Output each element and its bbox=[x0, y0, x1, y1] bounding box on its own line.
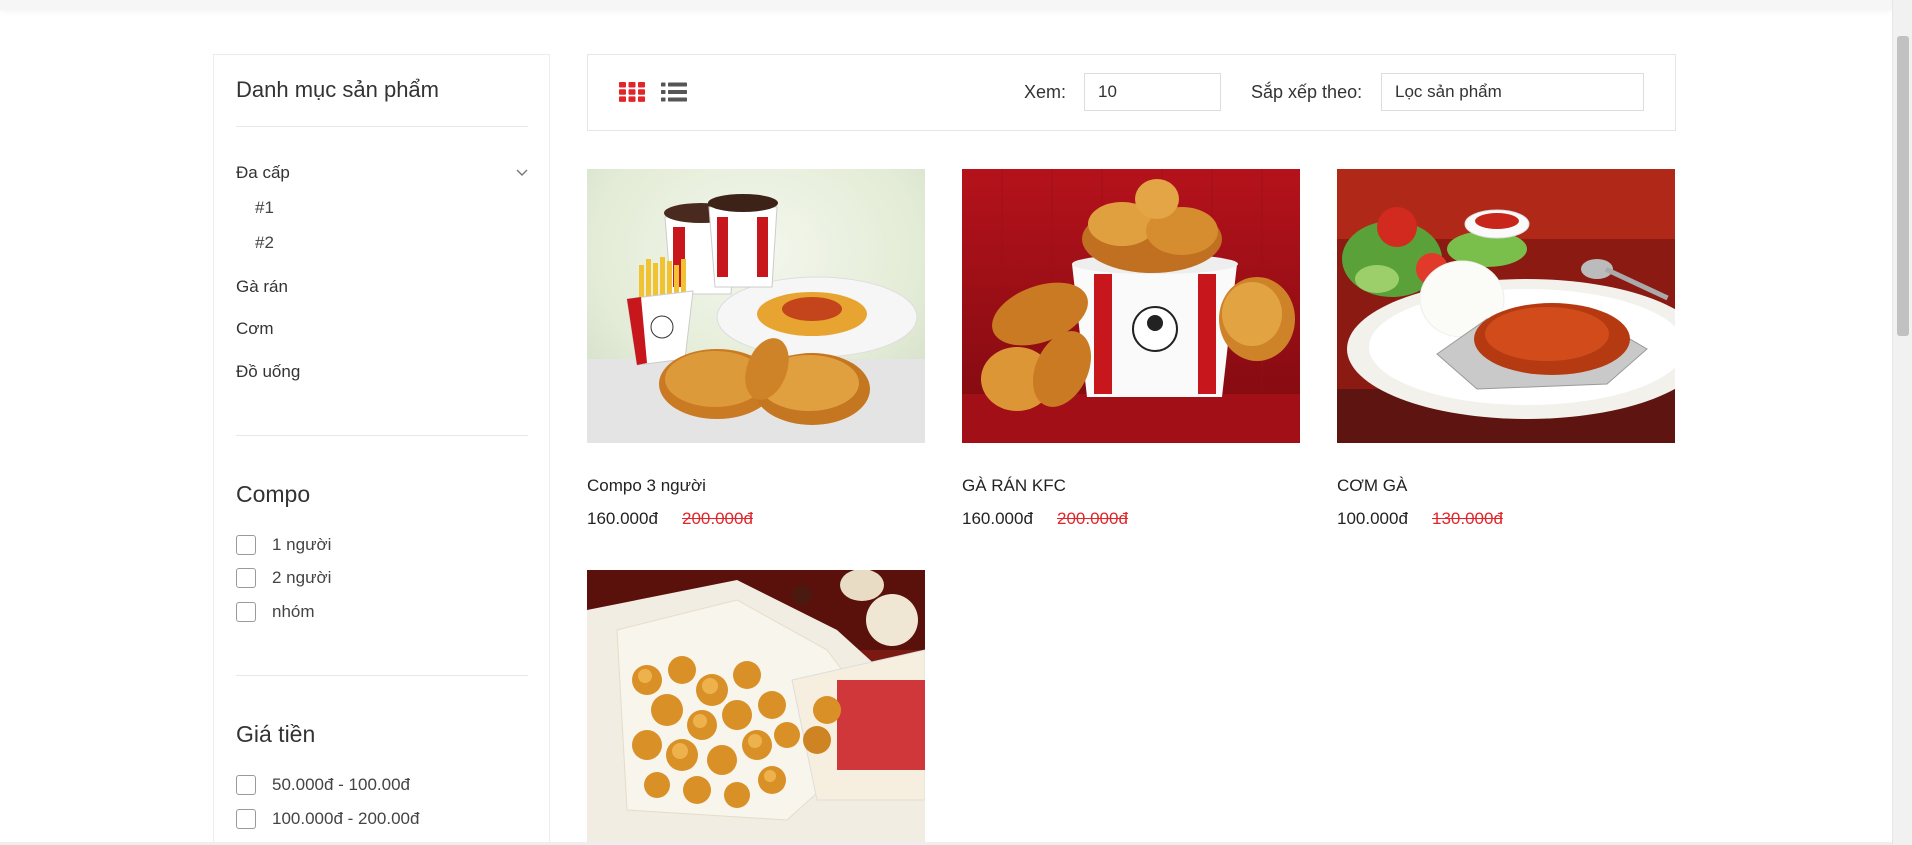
category-do-uong[interactable]: Đồ uống bbox=[236, 362, 300, 382]
product-card[interactable]: CƠM GÀ 100.000đ 130.000đ bbox=[1337, 169, 1675, 528]
product-old-price: 200.000đ bbox=[682, 509, 753, 528]
category-com[interactable]: Cơm bbox=[236, 319, 274, 339]
product-name[interactable]: Compo 3 người bbox=[587, 476, 706, 496]
divider bbox=[236, 435, 528, 436]
checkbox-label: 1 người bbox=[272, 535, 332, 554]
sort-input[interactable] bbox=[1381, 73, 1644, 111]
category-sidebar: Danh mục sản phẩm Đa cấp #1 #2 Gà rán Cơ… bbox=[213, 54, 550, 845]
product-old-price: 200.000đ bbox=[1057, 509, 1128, 528]
vertical-scrollbar[interactable] bbox=[1892, 0, 1912, 845]
sidebar-title: Danh mục sản phẩm bbox=[236, 77, 439, 102]
product-name[interactable]: GÀ RÁN KFC bbox=[962, 476, 1066, 496]
divider bbox=[236, 126, 528, 127]
product-image[interactable] bbox=[962, 169, 1300, 443]
checkbox-label: 2 người bbox=[272, 568, 332, 587]
product-image[interactable] bbox=[1337, 169, 1675, 443]
checkbox-label: 50.000đ - 100.00đ bbox=[272, 775, 411, 794]
product-price: 100.000đ bbox=[1337, 509, 1408, 528]
chevron-down-icon[interactable] bbox=[515, 166, 529, 180]
compo-option-2[interactable]: 2 người bbox=[236, 568, 331, 588]
checkbox-label: 100.000đ - 200.00đ bbox=[272, 809, 420, 828]
price-heading: Giá tiền bbox=[236, 721, 316, 747]
price-option-2[interactable]: 100.000đ - 200.00đ bbox=[236, 809, 419, 829]
checkbox[interactable] bbox=[236, 535, 256, 555]
product-price: 160.000đ bbox=[962, 509, 1033, 528]
view-count-input[interactable] bbox=[1084, 73, 1221, 111]
product-image[interactable] bbox=[587, 570, 925, 844]
compo-heading: Compo bbox=[236, 481, 311, 507]
compo-option-1[interactable]: 1 người bbox=[236, 535, 331, 555]
product-old-price: 130.000đ bbox=[1432, 509, 1503, 528]
checkbox[interactable] bbox=[236, 775, 256, 795]
product-card[interactable]: Compo 3 người 160.000đ 200.000đ bbox=[587, 169, 925, 528]
checkbox[interactable] bbox=[236, 568, 256, 588]
product-price: 160.000đ bbox=[587, 509, 658, 528]
product-image[interactable] bbox=[587, 169, 925, 443]
checkbox[interactable] bbox=[236, 809, 256, 829]
product-name[interactable]: CƠM GÀ bbox=[1337, 476, 1407, 496]
compo-option-3[interactable]: nhóm bbox=[236, 602, 315, 622]
grid-view-icon[interactable] bbox=[619, 82, 645, 102]
subcategory-2[interactable]: #2 bbox=[255, 233, 274, 253]
product-toolbar: Xem: Sắp xếp theo: bbox=[587, 54, 1676, 131]
view-count-label: Xem: bbox=[1024, 82, 1067, 102]
product-card[interactable]: GÀ RÁN KFC 160.000đ 200.000đ bbox=[962, 169, 1300, 528]
checkbox-label: nhóm bbox=[272, 602, 315, 621]
subcategory-1[interactable]: #1 bbox=[255, 198, 274, 218]
list-view-icon[interactable] bbox=[661, 82, 687, 102]
scrollbar-thumb[interactable] bbox=[1897, 36, 1909, 336]
sort-label: Sắp xếp theo: bbox=[1251, 82, 1363, 102]
category-ga-ran[interactable]: Gà rán bbox=[236, 277, 288, 297]
top-bar bbox=[0, 0, 1892, 10]
divider bbox=[236, 675, 528, 676]
product-card[interactable] bbox=[587, 570, 925, 844]
checkbox[interactable] bbox=[236, 602, 256, 622]
price-option-1[interactable]: 50.000đ - 100.00đ bbox=[236, 775, 410, 795]
category-da-cap[interactable]: Đa cấp bbox=[236, 163, 290, 183]
